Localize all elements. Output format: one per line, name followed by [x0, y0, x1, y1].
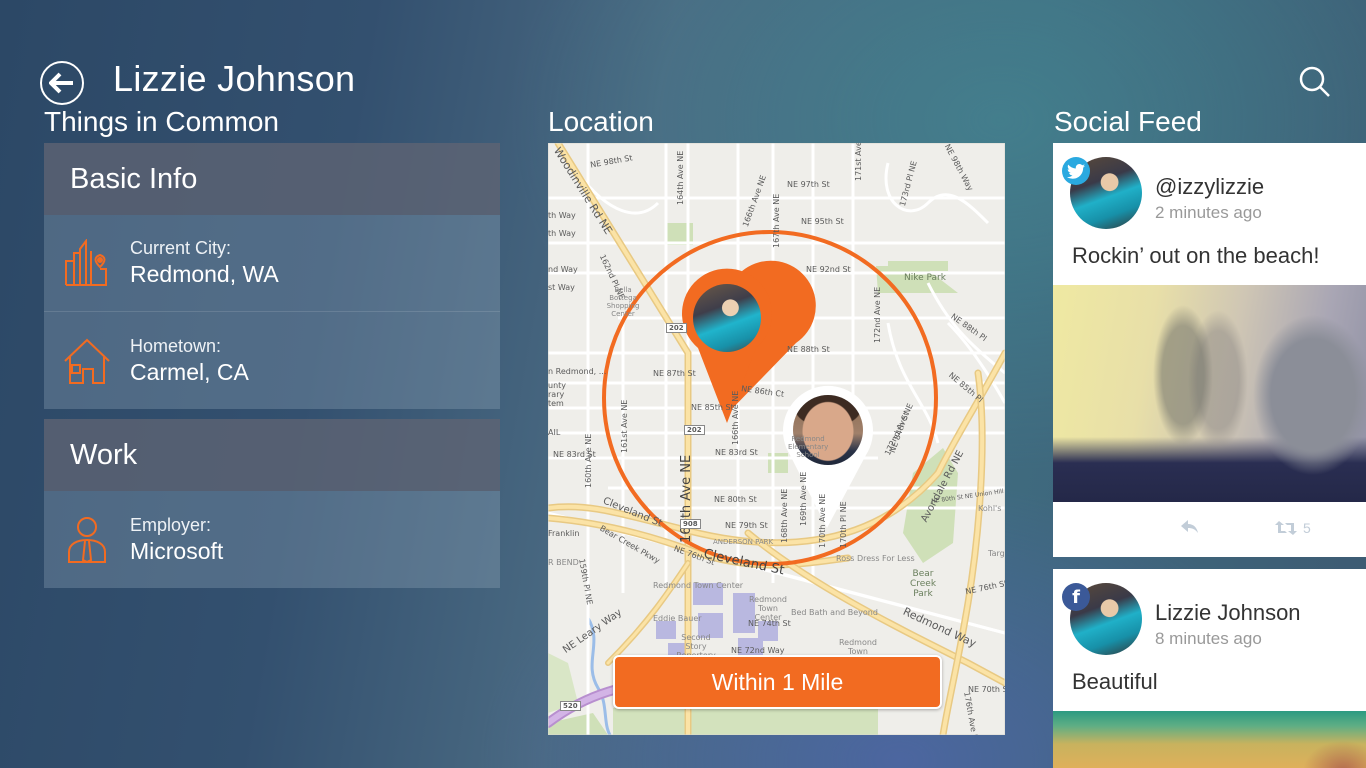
back-arrow-icon	[49, 72, 73, 94]
map-label-ne92: NE 92nd St	[806, 265, 851, 274]
city-pin-icon	[65, 239, 107, 286]
current-city-value: Redmond, WA	[130, 261, 279, 287]
map-label-160th: 160th Ave NE	[584, 433, 593, 488]
map-label-161st: 161st Ave NE	[620, 399, 629, 453]
map-label-ross: Ross Dress For Less	[836, 554, 915, 563]
map-label-bed-bath: Bed Bath and Beyond	[791, 608, 878, 617]
retweet-count: 5	[1303, 520, 1311, 536]
map-label-ne88: NE 88th St	[787, 345, 830, 354]
post-author[interactable]: Lizzie Johnson	[1155, 600, 1301, 626]
map-label-ne83: NE 83rd St	[715, 448, 758, 457]
map-label-167th: 167th Ave NE	[772, 193, 781, 248]
map-label-ne70: NE 70th St	[968, 685, 1005, 694]
hometown-item[interactable]: Hometown: Carmel, CA	[44, 312, 500, 409]
map-label-169th: 169th Ave NE	[799, 471, 808, 526]
facebook-icon: f	[1062, 583, 1090, 611]
current-city-item[interactable]: Current City: Redmond, WA	[44, 215, 500, 312]
map-label-way-2: th Way	[548, 229, 576, 238]
map-label-171st: 171st Ave NE	[854, 143, 863, 181]
map-label-ne95: NE 95th St	[801, 217, 844, 226]
employer-value: Microsoft	[130, 537, 224, 564]
map-label-nike-park: Nike Park	[904, 273, 946, 283]
hometown-value: Carmel, CA	[130, 358, 249, 385]
lizzie-pin-photo[interactable]	[693, 284, 761, 352]
map-label-targ: Targ	[988, 549, 1005, 558]
highway-shield-202-b: 202	[684, 425, 705, 435]
house-icon	[64, 338, 110, 384]
map-label-166th-south: 166th Ave NE	[731, 390, 740, 445]
section-title-social-feed: Social Feed	[1054, 106, 1202, 137]
person-tie-icon	[68, 516, 106, 563]
post-author[interactable]: @izzylizzie	[1155, 174, 1264, 200]
map-label-redmond-town-center-2: Redmond Town Center	[748, 595, 788, 622]
post-time: 2 minutes ago	[1155, 203, 1262, 222]
post-image-ferris-wheel[interactable]	[1053, 711, 1366, 768]
within-1-mile-button[interactable]: Within 1 Mile	[613, 655, 942, 709]
post-text: Rockin’ out on the beach!	[1072, 243, 1320, 268]
map-label-way-1: th Way	[548, 211, 576, 220]
map-label-ne79: NE 79th St	[725, 521, 768, 530]
map-label-172nd: 172nd Ave NE	[873, 286, 882, 343]
map-label-ne72: NE 72nd Way	[731, 646, 785, 655]
page-title: Lizzie Johnson	[113, 58, 356, 99]
back-button[interactable]	[40, 61, 84, 105]
search-button[interactable]	[1296, 64, 1336, 100]
twitter-icon	[1062, 157, 1090, 185]
map-label-eddie-bauer: Eddie Bauer	[653, 614, 702, 623]
feed-post-twitter[interactable]: @izzylizzie 2 minutes ago Rockin’ out on…	[1053, 143, 1366, 557]
work-group: Work Employer: Microsoft	[44, 419, 500, 588]
map-label-redmond-town: Redmond Town	[838, 638, 878, 656]
map-label-way-4: st Way	[548, 283, 575, 292]
post-image-dj-beach[interactable]	[1053, 285, 1366, 502]
things-in-common-panel: Basic Info Current City: Redmond, WA Hom…	[44, 143, 500, 598]
map-label-170th-pl: 170th Pl NE	[839, 501, 848, 548]
map-label-kohls: Kohl's	[978, 504, 1002, 513]
map-label-ne87: NE 87th St	[653, 369, 696, 378]
reply-icon	[1181, 520, 1198, 533]
retweet-icon	[1275, 521, 1297, 535]
map-label-ne80: NE 80th St	[714, 495, 757, 504]
employer-item[interactable]: Employer: Microsoft	[44, 491, 500, 588]
map-label-164th: 164th Ave NE	[676, 150, 685, 205]
map-label-way-3: nd Way	[548, 265, 578, 274]
map-label-r-bend: R BEND	[548, 558, 579, 567]
map-label-ne85: NE 85th St	[691, 403, 734, 412]
location-map[interactable]: Woodinville Rd NE NE 98th St NE 97th St …	[548, 143, 1005, 735]
post-text: Beautiful	[1072, 669, 1158, 694]
highway-shield-908: 908	[680, 519, 701, 529]
section-title-location: Location	[548, 106, 654, 137]
map-label-rail: AIL	[548, 428, 561, 437]
feed-post-facebook[interactable]: f Lizzie Johnson 8 minutes ago Beautiful	[1053, 569, 1366, 768]
map-label-168th: 168th Ave NE	[780, 488, 789, 543]
highway-shield-520: 520	[560, 701, 581, 711]
section-title-things-in-common: Things in Common	[44, 106, 279, 137]
basic-info-group: Basic Info Current City: Redmond, WA Hom…	[44, 143, 500, 409]
reply-button[interactable]	[1181, 520, 1199, 539]
map-label-redmond-town-center: Redmond Town Center	[653, 581, 744, 590]
map-label-school: Redmond Elementary School	[788, 435, 829, 459]
hometown-label: Hometown:	[130, 335, 222, 356]
social-feed: @izzylizzie 2 minutes ago Rockin’ out on…	[1053, 143, 1366, 768]
map-label-bella-bottega: Bella Bottega Shopping Center	[606, 286, 640, 318]
retweet-button[interactable]: 5	[1275, 520, 1311, 536]
map-label-county: unty rary tem	[548, 381, 567, 408]
post-time: 8 minutes ago	[1155, 629, 1262, 648]
map-label-164th-big: 164th Ave NE	[679, 454, 694, 543]
map-label-franklin: Franklin	[548, 529, 580, 538]
current-city-label: Current City:	[130, 238, 232, 258]
map-label-anderson-park: ANDERSON PARK	[713, 538, 774, 546]
map-label-redmond-lib: n Redmond, ...	[548, 367, 607, 376]
group-header-work[interactable]: Work	[44, 419, 500, 491]
map-label-ne97: NE 97th St	[787, 180, 830, 189]
map-label-170th: 170th Ave NE	[818, 493, 827, 548]
highway-shield-202-a: 202	[666, 323, 687, 333]
group-header-basic-info[interactable]: Basic Info	[44, 143, 500, 215]
map-label-bear-creek-park: Bear Creek Park	[909, 569, 937, 599]
search-icon	[1299, 66, 1330, 97]
employer-label: Employer:	[130, 514, 212, 535]
